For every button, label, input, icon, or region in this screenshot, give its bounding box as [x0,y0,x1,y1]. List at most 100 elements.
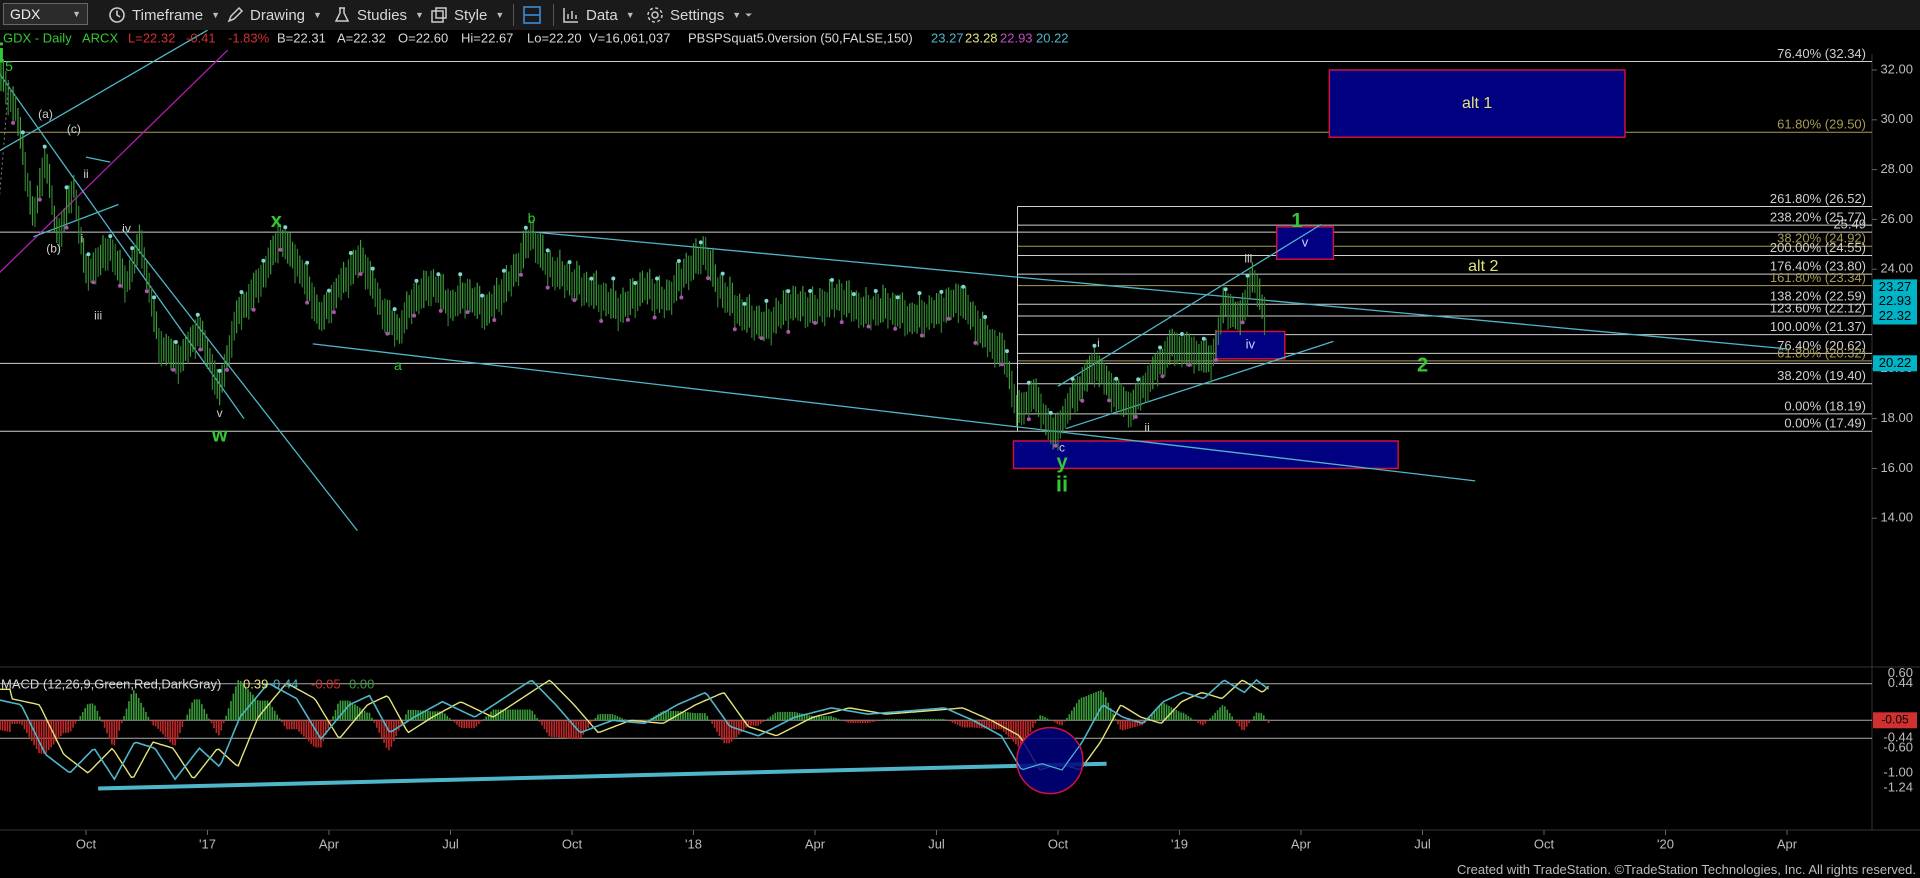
caret-down-icon: ▼ [211,10,221,20]
pivot-low-dot [91,280,96,285]
pivot-high-dot [217,368,222,373]
pivot-high-dot [983,314,988,319]
footer-credit: Created with TradeStation. ©TradeStation… [1456,862,1916,877]
wave-label-5: iv [122,222,131,236]
pivot-low-dot [118,283,123,288]
data-menu[interactable]: Data ▼ [562,0,635,30]
box-label-1: v [1302,234,1309,249]
pivot-high-dot [1245,273,1250,278]
fib-label-6: 200.00% (24.55) [1770,240,1866,255]
settings-menu[interactable]: Settings ▼ ⏷ [646,0,752,30]
pivot-high-dot [895,295,900,300]
caret-down-icon: ▼ [415,10,424,20]
info-change-pct: -1.83% [228,30,270,45]
pivot-low-dot [1133,414,1138,419]
pivot-low-dot [144,289,149,294]
pivot-high-dot [130,246,135,251]
price-tick-label-8: 30.00 [1880,111,1913,126]
wave-label-19: ii [1056,472,1068,497]
pivot-low-dot [652,315,657,320]
info-ask: A=22.32 [337,30,386,45]
macd-header: MACD (12,26,9,Green,Red,DarkGray) 0.39 0… [1,676,374,691]
pivot-low-dot [1107,398,1112,403]
pivot-low-dot [278,247,283,252]
info-change: -0.41 [186,30,216,45]
pivot-high-dot [173,339,178,344]
pivot-low-dot [572,298,577,303]
macd-tick-label-4: -0.60 [1883,740,1913,755]
axis-tag-label-1: 22.93 [1879,293,1912,308]
pivot-high-dot [961,284,966,289]
price-tick-label-6: 26.00 [1880,211,1913,226]
wave-label-6: (b) [46,241,61,255]
price-tick-label-7: 28.00 [1880,161,1913,176]
wave-label-8: iii [94,309,102,323]
pivot-low-dot [518,272,523,277]
fib-label-0: 76.40% (32.34) [1777,46,1866,61]
data-icon [563,8,578,23]
pivot-low-dot [759,336,764,341]
layout-button[interactable] [522,0,548,30]
pivot-low-dot [545,285,550,290]
wave-label-22: alt 2 [1468,258,1498,275]
wave-label-9: v [217,406,223,420]
axis-tag-label-2: 22.32 [1879,308,1912,323]
pivot-low-dot [438,308,443,313]
wave-label-18: y [1056,452,1068,474]
gear-icon [647,7,663,23]
wave-label-7: i [81,231,84,245]
macd-value-1: 0.39 [243,676,268,691]
pivot-low-dot [385,331,390,336]
pivot-high-dot [152,295,157,300]
wave-label-16: iii [1244,251,1252,265]
pivot-low-dot [37,197,42,202]
axis-tag-label-0: 23.27 [1879,279,1912,294]
wave-label-10: w [211,424,228,446]
time-tick-label-4: Oct [562,836,583,851]
macd-axis-tag-label: -0.05 [1881,712,1909,726]
symbol-dropdown[interactable]: GDX ▼ [3,3,88,25]
pivot-high-dot [764,298,769,303]
pivot-low-dot [198,347,203,352]
time-tick-label-14: Apr [1777,836,1798,851]
pivot-high-dot [42,144,47,149]
settings-label: Settings [670,6,725,24]
wave-label-21: 2 [1417,355,1428,377]
pivot-high-dot [830,277,835,282]
pivot-low-dot [813,320,817,325]
style-menu[interactable]: Style ▼ [430,0,504,30]
pivot-high-dot [786,289,791,294]
wave-label-3: (c) [67,122,81,136]
flask-icon [334,7,350,22]
timeframe-menu[interactable]: Timeframe ▼ [108,0,220,30]
pivot-high-dot [261,258,266,263]
time-tick-label-5: '18 [685,836,702,851]
pivot-low-dot [706,276,711,281]
info-low: Lo=22.20 [527,30,582,45]
info-symbol: GDX - Daily [3,30,72,45]
time-tick-label-8: Oct [1048,836,1069,851]
pivot-low-dot [1187,362,1192,367]
clock-icon [109,7,125,23]
wave-label-12: b [528,210,536,226]
chart-background [0,30,1920,860]
info-value-2: 23.28 [965,30,998,45]
studies-label: Studies [357,6,408,24]
studies-menu[interactable]: Studies ▼ [333,0,424,30]
wave-label-15: ii [1144,421,1149,435]
info-value-3: 22.93 [1000,30,1033,45]
time-tick-label-1: '17 [199,836,216,851]
wave-label-13: a [394,357,402,373]
pivot-high-dot [239,290,244,295]
pivot-high-dot [917,291,922,296]
pivot-high-dot [676,259,681,264]
pivot-low-dot [251,307,256,312]
info-value-4: 20.22 [1036,30,1069,45]
pivot-low-dot [331,310,336,315]
pivot-high-dot [873,288,878,293]
pivot-high-dot [348,251,353,256]
price-chart[interactable]: 76.40% (32.34) 61.80% (29.50) 261.80% (26.… [0,30,1920,860]
wave-label-2: (a) [38,107,53,121]
caret-down-icon: ▼ [732,10,742,20]
drawing-menu[interactable]: Drawing ▼ [226,0,322,30]
